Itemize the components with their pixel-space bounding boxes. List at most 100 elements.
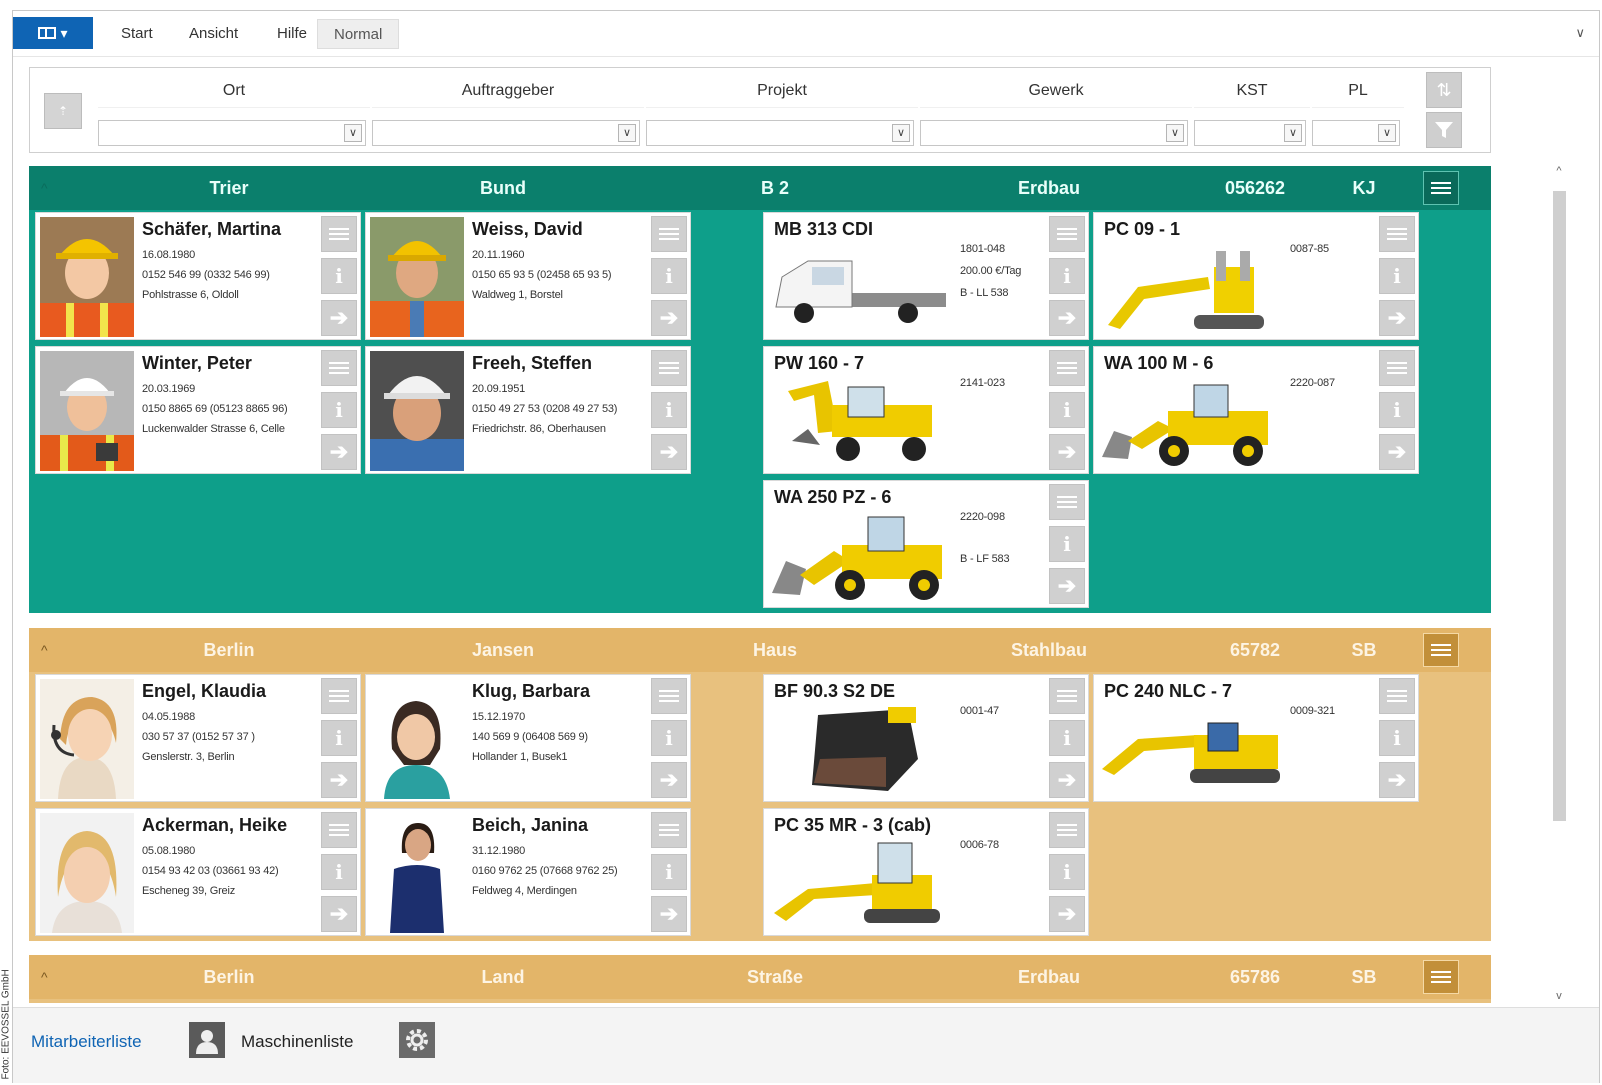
collapse-all-button[interactable]: ⇡ xyxy=(44,93,82,129)
employees-list-link[interactable]: Mitarbeiterliste xyxy=(31,1032,142,1052)
info-icon[interactable]: i xyxy=(321,392,357,428)
menu-icon[interactable] xyxy=(651,350,687,386)
machine-card[interactable]: WA 250 PZ - 6 2220-098 B - LF 583 i ➔ xyxy=(763,480,1089,608)
arrow-right-icon[interactable]: ➔ xyxy=(321,434,357,470)
tab-ansicht[interactable]: Ansicht xyxy=(173,19,254,49)
machine-card[interactable]: PW 160 - 7 2141-023 i ➔ xyxy=(763,346,1089,474)
employee-card[interactable]: Freeh, Steffen 20.09.1951 0150 49 27 53 … xyxy=(365,346,691,474)
info-icon[interactable]: i xyxy=(321,258,357,294)
machine-card[interactable]: PC 09 - 1 0087-85 i ➔ xyxy=(1093,212,1419,340)
info-icon[interactable]: i xyxy=(321,720,357,756)
arrow-right-icon[interactable]: ➔ xyxy=(321,762,357,798)
info-icon[interactable]: i xyxy=(1049,854,1085,890)
info-icon[interactable]: i xyxy=(1379,392,1415,428)
app-menu-button[interactable]: ▾ xyxy=(13,17,93,49)
projekt-select[interactable]: ∨ xyxy=(646,120,914,146)
group-header[interactable]: ^ Berlin Land Straße Erdbau 65786 SB xyxy=(29,955,1491,999)
arrow-right-icon[interactable]: ➔ xyxy=(651,896,687,932)
machine-card[interactable]: WA 100 M - 6 2220-087 i ➔ xyxy=(1093,346,1419,474)
arrow-right-icon[interactable]: ➔ xyxy=(1049,300,1085,336)
group-menu-button[interactable] xyxy=(1423,171,1459,205)
arrow-right-icon[interactable]: ➔ xyxy=(1049,896,1085,932)
tab-hilfe[interactable]: Hilfe xyxy=(261,19,323,49)
kst-select[interactable]: ∨ xyxy=(1194,120,1306,146)
arrow-right-icon[interactable]: ➔ xyxy=(1049,762,1085,798)
chevron-down-icon[interactable]: ∨ xyxy=(1575,25,1585,41)
group-header[interactable]: ^ Trier Bund B 2 Erdbau 056262 KJ xyxy=(29,166,1491,210)
machine-card[interactable]: PC 240 NLC - 7 0009-321 i ➔ xyxy=(1093,674,1419,802)
machine-card[interactable]: PC 35 MR - 3 (cab) 0006-78 i ➔ xyxy=(763,808,1089,936)
pl-select[interactable]: ∨ xyxy=(1312,120,1400,146)
employee-card[interactable]: Winter, Peter 20.03.1969 0150 8865 69 (0… xyxy=(35,346,361,474)
menu-icon[interactable] xyxy=(1379,678,1415,714)
menu-icon[interactable] xyxy=(321,216,357,252)
employee-card[interactable]: Beich, Janina 31.12.1980 0160 9762 25 (0… xyxy=(365,808,691,936)
arrow-right-icon[interactable]: ➔ xyxy=(1049,568,1085,604)
scroll-up-icon[interactable]: ^ xyxy=(1549,161,1569,181)
employee-card[interactable]: Ackerman, Heike 05.08.1980 0154 93 42 03… xyxy=(35,808,361,936)
info-icon[interactable]: i xyxy=(651,720,687,756)
arrow-right-icon[interactable]: ➔ xyxy=(651,434,687,470)
arrow-right-icon[interactable]: ➔ xyxy=(651,300,687,336)
menu-icon[interactable] xyxy=(651,678,687,714)
menu-icon[interactable] xyxy=(1049,216,1085,252)
arrow-right-icon[interactable]: ➔ xyxy=(1379,300,1415,336)
menu-icon[interactable] xyxy=(321,678,357,714)
info-icon[interactable]: i xyxy=(1049,526,1085,562)
menu-icon[interactable] xyxy=(1049,678,1085,714)
menu-icon[interactable] xyxy=(1379,350,1415,386)
arrow-right-icon[interactable]: ➔ xyxy=(651,762,687,798)
employee-card[interactable]: Schäfer, Martina 16.08.1980 0152 546 99 … xyxy=(35,212,361,340)
info-icon[interactable]: i xyxy=(1049,392,1085,428)
info-icon[interactable]: i xyxy=(1049,720,1085,756)
info-icon[interactable]: i xyxy=(1379,720,1415,756)
arrow-right-icon[interactable]: ➔ xyxy=(321,896,357,932)
menu-icon[interactable] xyxy=(1049,812,1085,848)
gear-icon[interactable] xyxy=(399,1022,435,1058)
info-icon[interactable]: i xyxy=(651,392,687,428)
gewerk-select[interactable]: ∨ xyxy=(920,120,1188,146)
group-menu-button[interactable] xyxy=(1423,633,1459,667)
menu-icon[interactable] xyxy=(1049,350,1085,386)
menu-icon[interactable] xyxy=(321,812,357,848)
ort-select[interactable]: ∨ xyxy=(98,120,366,146)
arrow-right-icon[interactable]: ➔ xyxy=(1379,762,1415,798)
arrow-right-icon[interactable]: ➔ xyxy=(1049,434,1085,470)
info-icon[interactable]: i xyxy=(1379,258,1415,294)
machines-list-link[interactable]: Maschinenliste xyxy=(241,1032,353,1052)
chevron-down-icon: ∨ xyxy=(1166,124,1184,142)
card-actions: i ➔ xyxy=(648,809,690,935)
info-icon[interactable]: i xyxy=(1049,258,1085,294)
arrow-up-icon: ⇡ xyxy=(57,104,69,118)
filter-button[interactable] xyxy=(1426,112,1462,148)
info-icon[interactable]: i xyxy=(321,854,357,890)
employee-card[interactable]: Klug, Barbara 15.12.1970 140 569 9 (0640… xyxy=(365,674,691,802)
auftraggeber-select[interactable]: ∨ xyxy=(372,120,640,146)
menu-icon[interactable] xyxy=(321,350,357,386)
group-header[interactable]: ^ Berlin Jansen Haus Stahlbau 65782 SB xyxy=(29,628,1491,672)
collapse-caret-icon[interactable]: ^ xyxy=(41,628,48,672)
menu-icon[interactable] xyxy=(651,216,687,252)
group-menu-button[interactable] xyxy=(1423,960,1459,994)
tab-start[interactable]: Start xyxy=(105,19,169,49)
vertical-scrollbar[interactable]: ^ v xyxy=(1549,161,1569,1006)
collapse-caret-icon[interactable]: ^ xyxy=(41,166,48,210)
info-icon[interactable]: i xyxy=(651,258,687,294)
scroll-thumb[interactable] xyxy=(1553,191,1566,821)
collapse-caret-icon[interactable]: ^ xyxy=(41,955,48,999)
tab-normal[interactable]: Normal xyxy=(317,19,400,49)
person-icon[interactable] xyxy=(189,1022,225,1058)
menu-icon[interactable] xyxy=(1379,216,1415,252)
machine-card[interactable]: BF 90.3 S2 DE 0001-47 i ➔ xyxy=(763,674,1089,802)
info-icon[interactable]: i xyxy=(651,854,687,890)
machine-card[interactable]: MB 313 CDI 1801-048 200.00 €/Tag B - LL … xyxy=(763,212,1089,340)
arrow-right-icon[interactable]: ➔ xyxy=(1379,434,1415,470)
employee-card[interactable]: Weiss, David 20.11.1960 0150 65 93 5 (02… xyxy=(365,212,691,340)
menu-icon[interactable] xyxy=(1049,484,1085,520)
scroll-down-icon[interactable]: v xyxy=(1549,986,1569,1006)
arrow-right-icon[interactable]: ➔ xyxy=(321,300,357,336)
card-actions: i ➔ xyxy=(1046,481,1088,607)
sort-button[interactable]: ⇅ xyxy=(1426,72,1462,108)
employee-card[interactable]: Engel, Klaudia 04.05.1988 030 57 37 (015… xyxy=(35,674,361,802)
menu-icon[interactable] xyxy=(651,812,687,848)
